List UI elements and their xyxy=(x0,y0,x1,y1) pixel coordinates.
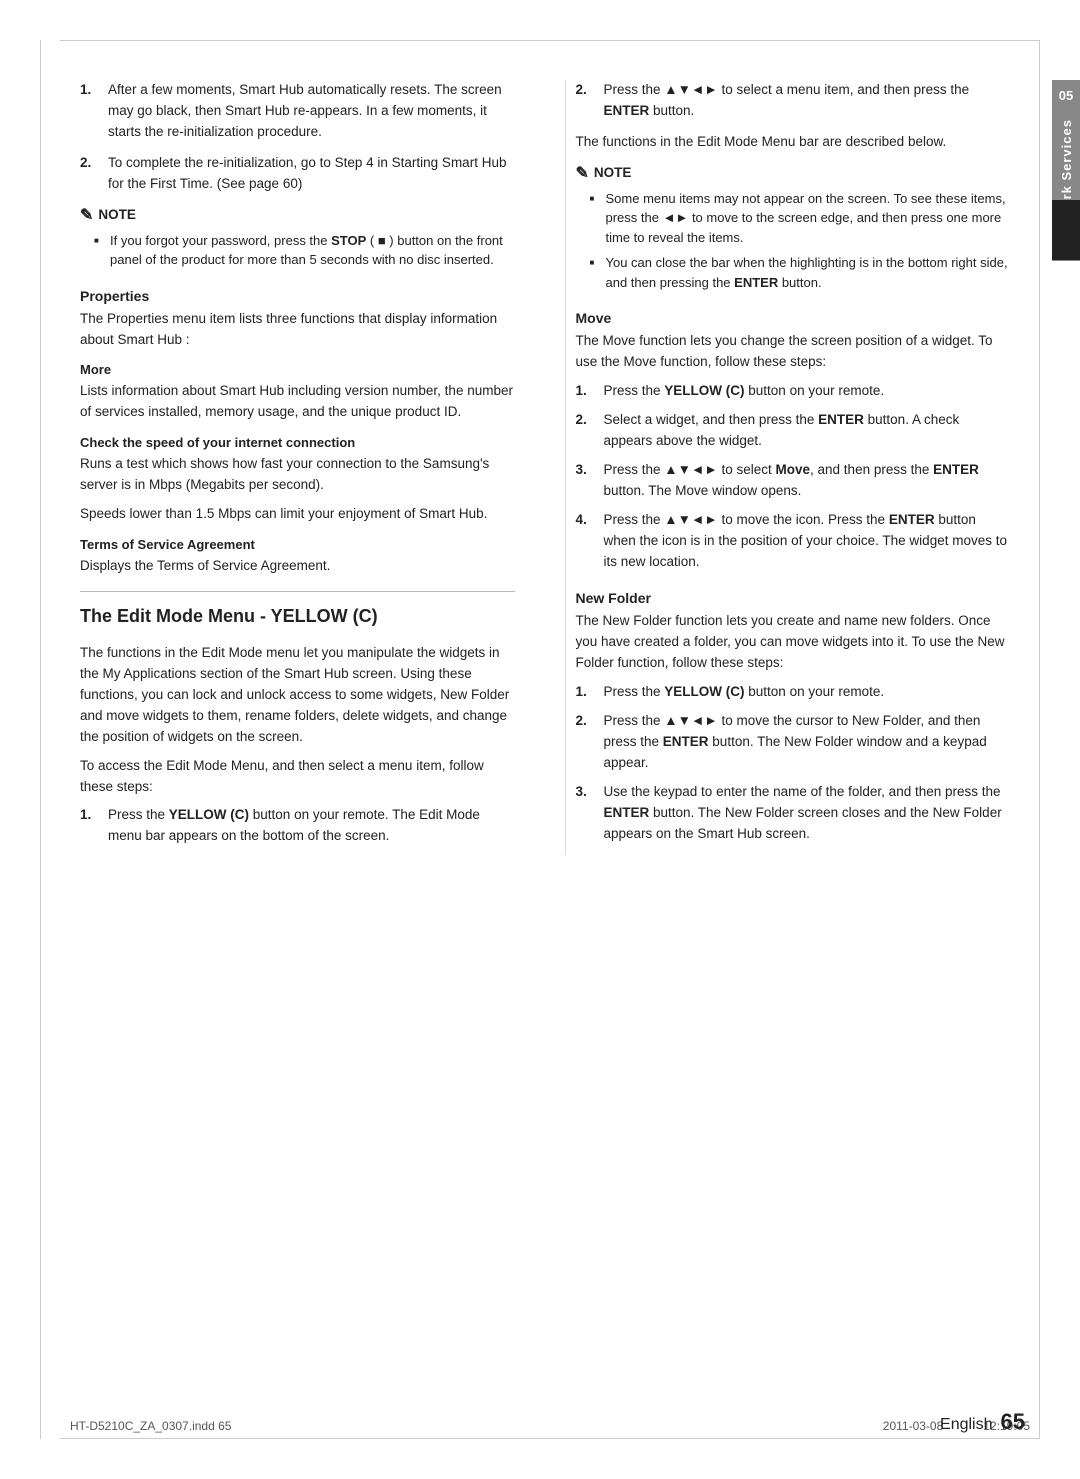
move-steps: Press the YELLOW (C) button on your remo… xyxy=(576,381,1011,572)
footer-file: HT-D5210C_ZA_0307.indd 65 xyxy=(70,1419,231,1433)
new-folder-steps: Press the YELLOW (C) button on your remo… xyxy=(576,682,1011,844)
step-3-text: After a few moments, Smart Hub automatic… xyxy=(108,82,502,139)
terms-heading: Terms of Service Agreement xyxy=(80,537,515,552)
right-intro-steps: Press the ▲▼◄► to select a menu item, an… xyxy=(576,80,1011,122)
note-box-1: ✎ NOTE If you forgot your password, pres… xyxy=(80,205,515,270)
left-column: After a few moments, Smart Hub automatic… xyxy=(80,80,525,855)
more-heading: More xyxy=(80,362,515,377)
note-label-1: NOTE xyxy=(98,207,136,222)
note-icon-2: ✎ xyxy=(576,163,589,183)
terms-text: Displays the Terms of Service Agreement. xyxy=(80,556,515,577)
note-item-1-1: If you forgot your password, press the S… xyxy=(94,231,515,270)
intro-steps: After a few moments, Smart Hub automatic… xyxy=(80,80,515,195)
new-folder-step-2: Press the ▲▼◄► to move the cursor to New… xyxy=(576,711,1011,774)
side-tab-number: 05 xyxy=(1059,88,1073,103)
border-right xyxy=(1039,40,1040,1439)
note-list-1: If you forgot your password, press the S… xyxy=(80,231,515,270)
edit-mode-heading: The Edit Mode Menu - YELLOW (C) xyxy=(80,606,515,633)
move-intro: The Move function lets you change the sc… xyxy=(576,331,1011,373)
note-title-2: ✎ NOTE xyxy=(576,163,1011,183)
move-step-2: Select a widget, and then press the ENTE… xyxy=(576,410,1011,452)
footer: HT-D5210C_ZA_0307.indd 65 2011-03-08 12:… xyxy=(70,1419,1030,1433)
edit-mode-intro: The functions in the Edit Mode menu let … xyxy=(80,643,515,748)
edit-step-1: Press the YELLOW (C) button on your remo… xyxy=(80,805,515,847)
check-text2: Speeds lower than 1.5 Mbps can limit you… xyxy=(80,504,515,525)
page-container: 05 Network Services After a few moments,… xyxy=(0,0,1080,1479)
note-title-1: ✎ NOTE xyxy=(80,205,515,225)
edit-mode-access: To access the Edit Mode Menu, and then s… xyxy=(80,756,515,798)
english-label: English xyxy=(940,1416,992,1434)
properties-intro: The Properties menu item lists three fun… xyxy=(80,309,515,351)
step-4-text: To complete the re-initialization, go to… xyxy=(108,155,506,191)
note-label-2: NOTE xyxy=(594,165,632,180)
new-folder-intro: The New Folder function lets you create … xyxy=(576,611,1011,674)
edit-mode-bar-desc: The functions in the Edit Mode Menu bar … xyxy=(576,132,1011,153)
right-step-2: Press the ▲▼◄► to select a menu item, an… xyxy=(576,80,1011,122)
note-item-2-1: Some menu items may not appear on the sc… xyxy=(590,189,1011,248)
border-left xyxy=(40,40,41,1439)
footer-date: 2011-03-08 xyxy=(883,1419,944,1433)
more-text: Lists information about Smart Hub includ… xyxy=(80,381,515,423)
step-4: To complete the re-initialization, go to… xyxy=(80,153,515,195)
page-number-area: English 65 xyxy=(940,1409,1025,1435)
side-tab-accent xyxy=(1052,200,1080,260)
properties-heading: Properties xyxy=(80,288,515,304)
note-box-2: ✎ NOTE Some menu items may not appear on… xyxy=(576,163,1011,293)
note-icon-1: ✎ xyxy=(80,205,93,225)
move-step-1: Press the YELLOW (C) button on your remo… xyxy=(576,381,1011,402)
move-heading: Move xyxy=(576,310,1011,326)
note-item-2-2: You can close the bar when the highlight… xyxy=(590,253,1011,292)
move-step-4: Press the ▲▼◄► to move the icon. Press t… xyxy=(576,510,1011,573)
new-folder-step-3: Use the keypad to enter the name of the … xyxy=(576,782,1011,845)
border-bottom xyxy=(60,1438,1040,1439)
edit-mode-steps-left: Press the YELLOW (C) button on your remo… xyxy=(80,805,515,847)
check-text1: Runs a test which shows how fast your co… xyxy=(80,454,515,496)
step-3: After a few moments, Smart Hub automatic… xyxy=(80,80,515,143)
right-column: Press the ▲▼◄► to select a menu item, an… xyxy=(565,80,1011,855)
new-folder-step-1: Press the YELLOW (C) button on your remo… xyxy=(576,682,1011,703)
section-divider xyxy=(80,591,515,592)
move-step-3: Press the ▲▼◄► to select Move, and then … xyxy=(576,460,1011,502)
border-top xyxy=(60,40,1040,41)
new-folder-heading: New Folder xyxy=(576,590,1011,606)
page-number: 65 xyxy=(1001,1409,1025,1435)
main-content: After a few moments, Smart Hub automatic… xyxy=(80,80,1010,855)
check-heading: Check the speed of your internet connect… xyxy=(80,435,515,450)
note-list-2: Some menu items may not appear on the sc… xyxy=(576,189,1011,293)
